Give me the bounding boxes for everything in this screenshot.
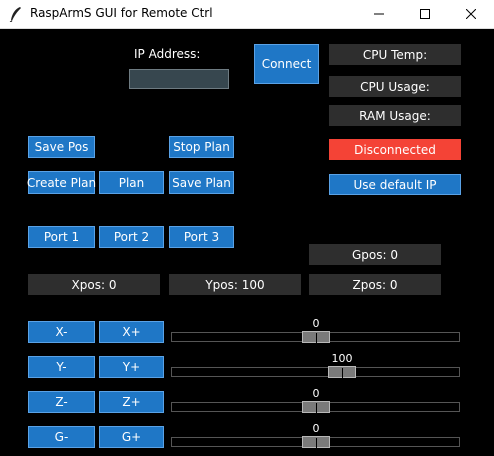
ip-address-label: IP Address:	[134, 47, 201, 61]
cpu-usage-display: CPU Usage:	[329, 76, 461, 97]
x-plus-button[interactable]: X+	[99, 321, 164, 343]
port-3-button[interactable]: Port 3	[169, 226, 234, 248]
z-slider[interactable]: 0	[171, 387, 460, 416]
save-plan-button[interactable]: Save Plan	[169, 171, 234, 194]
port-1-button[interactable]: Port 1	[28, 226, 95, 248]
x-minus-button[interactable]: X-	[28, 321, 95, 343]
connect-button[interactable]: Connect	[254, 44, 319, 84]
slider-thumb[interactable]	[302, 436, 330, 448]
slider-value: 0	[312, 387, 320, 400]
plan-button[interactable]: Plan	[99, 171, 164, 194]
y-slider[interactable]: 100	[171, 352, 460, 381]
slider-thumb[interactable]	[302, 331, 330, 343]
slider-value: 100	[331, 352, 353, 365]
slider-value: 0	[312, 317, 320, 330]
cpu-temp-display: CPU Temp:	[329, 44, 461, 65]
save-pos-button[interactable]: Save Pos	[28, 136, 95, 158]
zpos-display: Zpos: 0	[309, 274, 441, 295]
create-plan-button[interactable]: Create Plan	[27, 171, 96, 194]
x-slider[interactable]: 0	[171, 317, 460, 346]
slider-value: 0	[312, 422, 320, 435]
xpos-display: Xpos: 0	[28, 274, 160, 295]
close-icon	[466, 9, 476, 19]
stop-plan-button[interactable]: Stop Plan	[169, 136, 234, 158]
slider-thumb[interactable]	[328, 366, 356, 378]
g-slider[interactable]: 0	[171, 422, 460, 451]
feather-icon	[9, 7, 21, 22]
title-bar: RaspArmS GUI for Remote Ctrl	[0, 0, 494, 29]
minimize-icon	[374, 13, 384, 15]
connection-status: Disconnected	[329, 139, 461, 160]
ypos-display: Ypos: 100	[169, 274, 301, 295]
slider-track	[171, 367, 460, 377]
g-minus-button[interactable]: G-	[28, 426, 95, 448]
y-plus-button[interactable]: Y+	[99, 356, 164, 378]
main-window: IP Address: Connect CPU Temp: CPU Usage:…	[0, 29, 494, 456]
window-title: RaspArmS GUI for Remote Ctrl	[30, 6, 213, 20]
ip-address-input[interactable]	[129, 69, 229, 89]
maximize-button[interactable]	[402, 0, 448, 28]
port-2-button[interactable]: Port 2	[99, 226, 164, 248]
z-minus-button[interactable]: Z-	[28, 391, 95, 413]
ram-usage-display: RAM Usage:	[329, 105, 461, 126]
y-minus-button[interactable]: Y-	[28, 356, 95, 378]
maximize-icon	[420, 9, 430, 19]
use-default-ip-button[interactable]: Use default IP	[329, 174, 461, 195]
gpos-display: Gpos: 0	[309, 244, 441, 265]
g-plus-button[interactable]: G+	[99, 426, 164, 448]
z-plus-button[interactable]: Z+	[99, 391, 164, 413]
minimize-button[interactable]	[356, 0, 402, 28]
slider-thumb[interactable]	[302, 401, 330, 413]
close-button[interactable]	[448, 0, 494, 28]
